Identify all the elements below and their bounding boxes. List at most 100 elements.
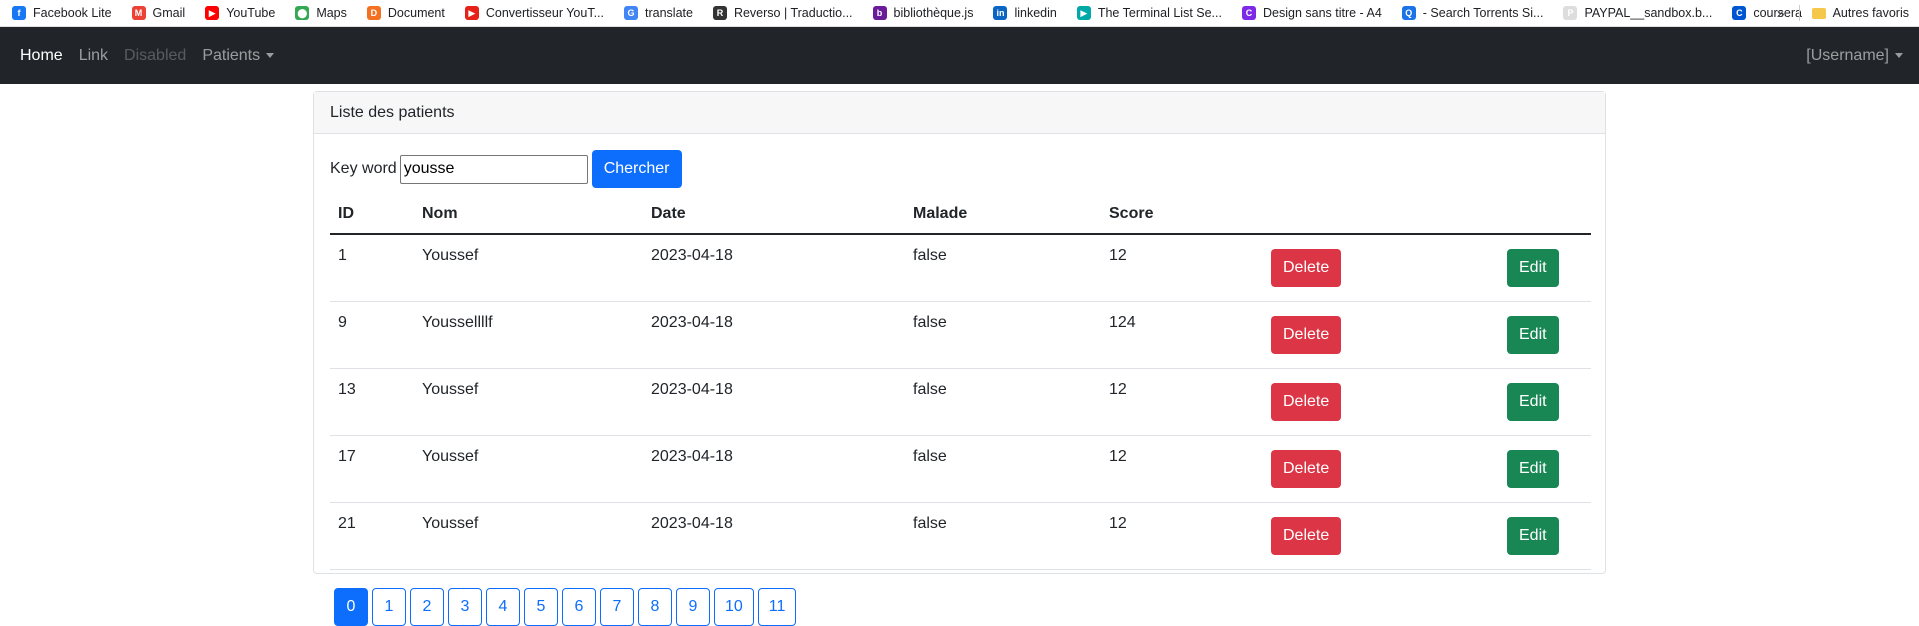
- page-button[interactable]: 1: [372, 588, 406, 626]
- cell-score: 12: [1101, 435, 1263, 503]
- search-label: Key word: [330, 160, 397, 177]
- table-row: 9 Youssellllf 2023-04-18 false 124 Delete Edit: [330, 301, 1591, 369]
- divider: [1798, 5, 1800, 21]
- bookmark-label: Maps: [316, 6, 347, 20]
- reverso-icon: R: [712, 6, 727, 20]
- delete-button[interactable]: Delete: [1271, 249, 1342, 287]
- search-button[interactable]: Chercher: [591, 150, 682, 188]
- table-header-row: ID Nom Date Malade Score: [330, 194, 1591, 235]
- bookmark-item[interactable]: ▶ YouTube: [205, 6, 275, 20]
- gmail-icon: M: [131, 6, 146, 20]
- cell-malade: false: [905, 502, 1101, 570]
- pagination: 0 1 2 3 4 5 6 7 8 9 10 11: [334, 588, 1589, 626]
- bookmark-item[interactable]: ⬤ Maps: [295, 6, 347, 20]
- nav-username: [Username]: [1806, 46, 1889, 64]
- nav-user-dropdown[interactable]: [Username]: [1806, 47, 1903, 65]
- page-button[interactable]: 10: [714, 588, 754, 626]
- youtube-icon: ▶: [205, 6, 220, 20]
- bookmark-label: Convertisseur YouT...: [485, 6, 604, 20]
- document-icon: D: [366, 6, 381, 20]
- cell-score: 12: [1101, 234, 1263, 302]
- edit-button[interactable]: Edit: [1507, 383, 1559, 421]
- search-input[interactable]: [399, 154, 588, 184]
- patients-card: Liste des patients Key word Chercher ID …: [313, 91, 1606, 626]
- bookmark-label: Document: [387, 6, 445, 20]
- bookmark-label: YouTube: [226, 6, 276, 20]
- page-button[interactable]: 11: [757, 588, 797, 626]
- bookmark-label: Gmail: [152, 6, 186, 20]
- bookmark-item[interactable]: D Document: [366, 6, 445, 20]
- more-bookmarks-icon[interactable]: »: [1777, 5, 1785, 21]
- cell-delete: Delete: [1263, 234, 1499, 302]
- cell-delete: Delete: [1263, 368, 1499, 436]
- bookmark-item[interactable]: in linkedin: [993, 6, 1057, 20]
- nav-home[interactable]: Home: [12, 47, 71, 65]
- cell-nom: Youssef: [414, 234, 643, 302]
- bookmark-item[interactable]: C Design sans titre - A4: [1241, 6, 1382, 20]
- delete-button[interactable]: Delete: [1271, 450, 1342, 488]
- folder-icon: [1811, 7, 1826, 19]
- cell-score: 124: [1101, 301, 1263, 369]
- bookmark-label: Design sans titre - A4: [1262, 6, 1382, 20]
- page-button[interactable]: 6: [562, 588, 596, 626]
- bookmark-item[interactable]: R Reverso | Traductio...: [712, 6, 853, 20]
- other-bookmarks-folder[interactable]: Autres favoris: [1833, 6, 1909, 20]
- bookmark-item[interactable]: ▶ Convertisseur YouT...: [464, 6, 604, 20]
- edit-button[interactable]: Edit: [1507, 316, 1559, 354]
- header-delete: [1263, 194, 1499, 235]
- cell-malade: false: [905, 301, 1101, 369]
- cell-score: 12: [1101, 502, 1263, 570]
- caret-down-icon: [1895, 52, 1903, 58]
- bookmarks-right: » Autres favoris: [1777, 0, 1909, 26]
- cell-edit: Edit: [1499, 368, 1591, 436]
- table-row: 17 Youssef 2023-04-18 false 12 Delete Edit: [330, 435, 1591, 503]
- header-malade: Malade: [905, 194, 1101, 235]
- cell-date: 2023-04-18: [643, 301, 905, 369]
- page-button[interactable]: 4: [486, 588, 520, 626]
- page-button[interactable]: 8: [638, 588, 672, 626]
- header-score: Score: [1101, 194, 1263, 235]
- page-button[interactable]: 3: [448, 588, 482, 626]
- bookmark-item[interactable]: M Gmail: [131, 6, 186, 20]
- bookmark-item[interactable]: P PAYPAL__sandbox.b...: [1563, 6, 1712, 20]
- bookmark-label: Reverso | Traductio...: [733, 6, 853, 20]
- edit-button[interactable]: Edit: [1507, 450, 1559, 488]
- terminal-list-icon: ▶: [1076, 6, 1091, 20]
- nav-patients-label: Patients: [202, 46, 261, 64]
- header-id: ID: [330, 194, 414, 235]
- cell-delete: Delete: [1263, 301, 1499, 369]
- bookmark-item[interactable]: b bibliothèque.js: [872, 6, 973, 20]
- bookmark-label: linkedin: [1014, 6, 1057, 20]
- nav-link[interactable]: Link: [71, 47, 116, 65]
- linkedin-icon: in: [993, 6, 1008, 20]
- edit-button[interactable]: Edit: [1507, 517, 1559, 555]
- cell-malade: false: [905, 435, 1101, 503]
- cell-edit: Edit: [1499, 435, 1591, 503]
- bookmark-label: - Search Torrents Si...: [1422, 6, 1544, 20]
- page-button[interactable]: 0: [334, 588, 368, 626]
- edit-button[interactable]: Edit: [1507, 249, 1559, 287]
- cell-nom: Youssef: [414, 435, 643, 503]
- nav-patients-dropdown[interactable]: Patients: [194, 47, 282, 65]
- bookmark-item[interactable]: f Facebook Lite: [12, 6, 112, 20]
- delete-button[interactable]: Delete: [1271, 383, 1342, 421]
- bookmark-item[interactable]: ▶ The Terminal List Se...: [1076, 6, 1222, 20]
- page-button[interactable]: 9: [676, 588, 710, 626]
- nav-disabled: Disabled: [124, 46, 187, 64]
- bookmark-label: Facebook Lite: [33, 6, 112, 20]
- cell-nom: Youssef: [414, 368, 643, 436]
- patients-table: ID Nom Date Malade Score 1 Youssef 2023-04…: [330, 194, 1591, 570]
- canva-icon: C: [1241, 6, 1256, 20]
- bookmark-item[interactable]: Gtranslate: [624, 6, 693, 20]
- delete-button[interactable]: Delete: [1271, 316, 1342, 354]
- cell-id: 17: [330, 435, 414, 503]
- delete-button[interactable]: Delete: [1271, 517, 1342, 555]
- cell-delete: Delete: [1263, 502, 1499, 570]
- page-button[interactable]: 5: [524, 588, 558, 626]
- bookmark-item[interactable]: Q - Search Torrents Si...: [1401, 6, 1544, 20]
- cell-id: 1: [330, 234, 414, 302]
- page-button[interactable]: 2: [410, 588, 444, 626]
- page-button[interactable]: 7: [600, 588, 634, 626]
- header-date: Date: [643, 194, 905, 235]
- card-header: Liste des patients: [314, 92, 1605, 134]
